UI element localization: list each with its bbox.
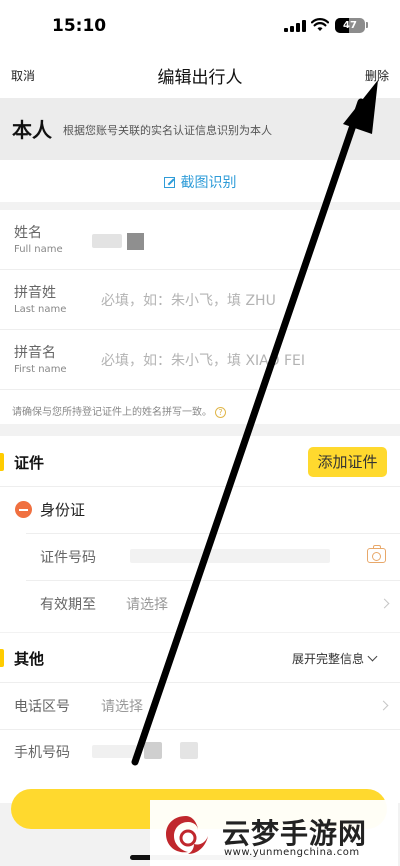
annotation-arrow [131,80,378,766]
battery-level: 47 [343,20,357,31]
